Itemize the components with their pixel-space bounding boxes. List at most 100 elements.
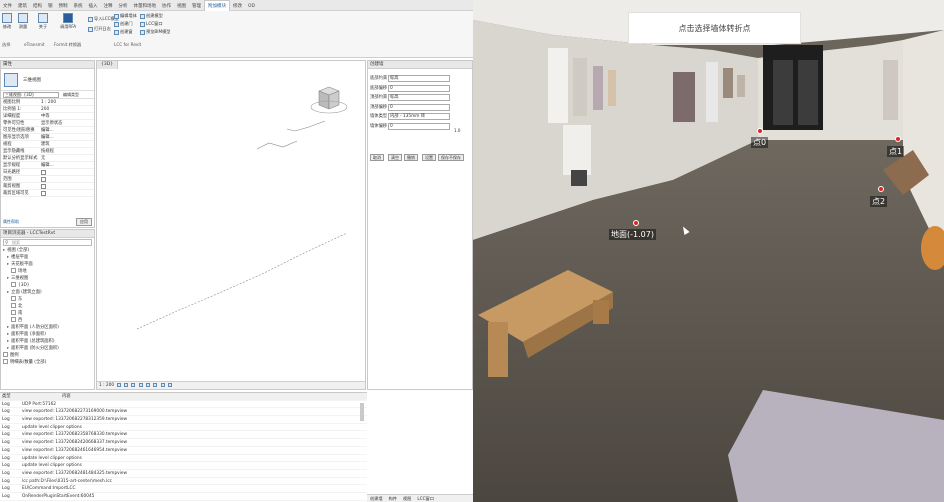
ribbon-tab[interactable]: 分析 [116, 1, 131, 12]
property-row[interactable]: 显示隐藏线 按规程 [1, 148, 94, 155]
log-row[interactable]: Log view exported: 133720682481484325.tem… [0, 470, 367, 478]
log-scrollbar[interactable] [360, 403, 364, 421]
property-row[interactable]: 可见性/图形替换 编辑... [1, 127, 94, 134]
wall-field-input[interactable]: 内部 - 135mm 砖 [388, 113, 450, 120]
lcc-window-button[interactable]: LCC窗口 [140, 21, 163, 27]
ribbon-tab[interactable]: 管理 [189, 1, 204, 12]
property-value[interactable]: 编辑... [41, 127, 54, 134]
visual-style-icon[interactable] [123, 382, 128, 387]
wall-point-1-marker[interactable] [895, 136, 901, 142]
about-button[interactable]: 关于 [38, 13, 48, 30]
browser-tree-item[interactable]: 西 [1, 317, 94, 324]
property-row[interactable]: 裁剪区域可见 [1, 190, 94, 197]
model-canvas[interactable] [97, 69, 366, 390]
wall-edit-button[interactable]: 编辑墙体 [114, 13, 137, 19]
wall-form-button[interactable]: 清空 [388, 154, 402, 161]
view-3d[interactable]: {3D} 1 : 200 [96, 60, 366, 390]
property-value[interactable]: 建筑 [41, 141, 50, 148]
browser-tree-item[interactable]: ▸ 天花板平面 [1, 261, 94, 268]
bottom-tab[interactable]: 构件 [386, 496, 400, 501]
wall-form-button[interactable]: 撤销 [404, 154, 418, 161]
log-row[interactable]: Log view exported: 133720682278312359.tem… [0, 416, 367, 424]
log-row[interactable]: Log update level clipper options [0, 462, 367, 470]
log-row[interactable]: Log view exported: 133720682358768330.tem… [0, 431, 367, 440]
property-row[interactable]: 比例值 1: 200 [1, 106, 94, 113]
wall-field-input[interactable]: 0 [388, 122, 450, 130]
ribbon-tab[interactable]: 结构 [30, 1, 45, 12]
ribbon-tab[interactable]: 修改 [230, 1, 245, 12]
create-door-button[interactable]: 创建门 [114, 21, 133, 27]
ribbon-tab[interactable]: 协作 [159, 1, 174, 12]
browser-tree-item[interactable]: 南 [1, 310, 94, 317]
view-scale[interactable]: 1 : 200 [99, 383, 114, 388]
property-row[interactable]: 范围 [1, 176, 94, 183]
property-row[interactable]: 显示规程 编辑... [1, 162, 94, 169]
wall-form-button[interactable]: 取消 [370, 154, 384, 161]
wall-point-2-marker[interactable] [878, 186, 884, 192]
property-value[interactable]: 1 : 200 [41, 99, 56, 106]
log-row[interactable]: Log OnRenderPluginStartEvent:60045 [0, 493, 367, 501]
browser-tree-item[interactable]: ▸ 楼层平面 [1, 254, 94, 261]
ribbon-tab[interactable]: 钢 [45, 1, 56, 12]
browser-tree-item[interactable]: 北 [1, 303, 94, 310]
log-row[interactable]: Log view exported: 133720682420668337.tem… [0, 439, 367, 447]
ribbon-tab[interactable]: 预制 [56, 1, 71, 12]
property-value[interactable]: 编辑... [41, 162, 54, 169]
create-window-button[interactable]: 创建窗 [114, 29, 133, 35]
lcc-photo-view[interactable]: 点击选择墙体转折点 点0 点1 点2 地面(-1.07) [473, 0, 944, 502]
lock-icon[interactable] [160, 382, 165, 387]
modify-button[interactable]: 修改 [2, 13, 12, 30]
wall-field-input[interactable]: 标高 [388, 75, 450, 82]
property-row[interactable]: 图形显示选项 编辑... [1, 134, 94, 141]
viewcube-icon[interactable] [310, 86, 348, 114]
ribbon-tab[interactable]: 体量和场地 [131, 1, 160, 12]
wall-form-button[interactable]: 保存不保存 [438, 154, 464, 161]
ground-marker[interactable] [633, 220, 639, 226]
property-row[interactable]: 视图比例 1 : 200 [1, 99, 94, 106]
open-log-button[interactable]: 打开日志 [88, 26, 111, 32]
browser-tree-item[interactable]: ▸ 视图 (全部) [1, 247, 94, 254]
wall-field-input[interactable]: 标高 [388, 94, 450, 101]
ribbon-tab[interactable]: OD [245, 1, 258, 12]
wall-point-0-marker[interactable] [757, 128, 763, 134]
log-row[interactable]: Log update level clipper options [0, 455, 367, 463]
bottom-tab[interactable]: 创建墙 [367, 496, 386, 501]
browser-tree-item[interactable]: ▸ 立面 (建筑立面) [1, 289, 94, 296]
log-row[interactable]: Log lcc path:D:\Files\0315-art-center\mes… [0, 478, 367, 486]
browser-tree-item[interactable]: ▸ 面积平面 (净面积) [1, 331, 94, 338]
hide-icon[interactable] [168, 382, 173, 387]
log-row[interactable]: Log EU\Command:ImportLCC [0, 485, 367, 493]
properties-help-link[interactable]: 属性帮助 [3, 219, 19, 225]
create-model-button[interactable]: 创建模型 [140, 13, 163, 19]
tab-3d-view[interactable]: {3D} [97, 61, 119, 69]
log-row[interactable]: Log UDP Port:57162 [0, 401, 367, 409]
bottom-tab[interactable]: LCC窗口 [414, 496, 437, 501]
measure-button[interactable]: 测量 [18, 13, 28, 30]
property-checkbox[interactable] [41, 184, 46, 189]
view-dropdown[interactable]: 三维视图: {3D} [3, 92, 59, 98]
property-row[interactable]: 默认分析显示样式无 [1, 155, 94, 162]
browser-tree-item[interactable]: 图例 [1, 352, 94, 359]
ribbon-tab[interactable]: 附加模块 [204, 0, 230, 11]
log-row[interactable]: Log update level clipper options [0, 424, 367, 432]
render-icon[interactable] [146, 382, 150, 387]
property-checkbox[interactable] [41, 177, 46, 182]
property-checkbox[interactable] [41, 191, 46, 196]
property-checkbox[interactable] [41, 170, 46, 175]
log-row[interactable]: Log view exported: 133720682461646954.tem… [0, 447, 367, 455]
wall-field-input[interactable]: 0 [388, 84, 450, 92]
property-row[interactable]: 裁剪视图 [1, 183, 94, 190]
browser-tree-item[interactable]: {3D} [1, 282, 94, 289]
sun-path-icon[interactable] [131, 382, 136, 387]
property-row[interactable]: 详细程度 中等 [1, 113, 94, 120]
wall-form-button[interactable]: 设置 [422, 154, 436, 161]
property-row[interactable]: 零件可见性 显示原状态 [1, 120, 94, 127]
property-value[interactable]: 编辑... [41, 134, 54, 141]
browser-search-input[interactable]: 搜索 [3, 239, 92, 246]
browser-tree-item[interactable]: 东 [1, 296, 94, 303]
shadow-icon[interactable] [138, 382, 143, 387]
ribbon-tab[interactable]: 视图 [174, 1, 189, 12]
detail-level-icon[interactable] [116, 382, 121, 387]
ribbon-tab[interactable]: 建筑 [15, 1, 30, 12]
apply-button[interactable]: 应用 [76, 218, 92, 226]
